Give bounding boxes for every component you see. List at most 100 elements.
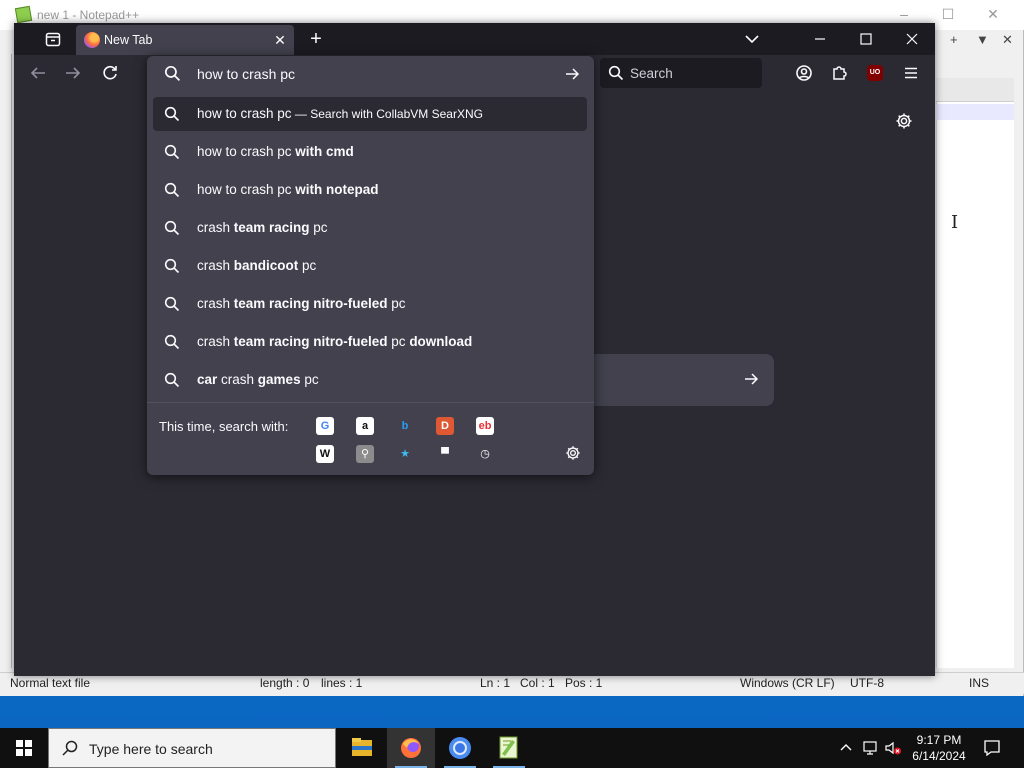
search-icon — [164, 258, 180, 274]
suggestion-part: crash — [217, 372, 258, 387]
minimize-icon[interactable]: – — [894, 6, 914, 22]
suggestion-text: how to crash pc — Search with CollabVM S… — [197, 106, 483, 121]
suggestion-item[interactable]: how to crash pc — Search with CollabVM S… — [153, 97, 587, 131]
suggestion-item[interactable]: crash team racing nitro-fueled pc — [153, 287, 587, 321]
status-eol[interactable]: Windows (CR LF) — [740, 676, 835, 690]
customize-gear-icon[interactable] — [894, 111, 914, 131]
suggestion-part: pc — [300, 372, 319, 387]
suggestion-part: crash — [197, 296, 234, 311]
notepadpp-taskbar-icon[interactable] — [485, 728, 533, 768]
status-encoding[interactable]: UTF-8 — [850, 676, 884, 690]
minimize-icon[interactable] — [797, 23, 843, 55]
close-window-icon[interactable] — [889, 23, 935, 55]
extensions-puzzle-icon[interactable] — [828, 61, 852, 85]
suggestion-part: how to crash pc — [197, 144, 296, 159]
history-engine-icon[interactable]: ◷ — [476, 445, 494, 463]
suggestion-text: crash team racing nitro-fueled pc — [197, 296, 406, 311]
wikipedia-engine-icon[interactable]: W — [316, 445, 334, 463]
status-length: length : 0 — [260, 676, 310, 690]
suggestion-item[interactable]: how to crash pc with cmd — [153, 135, 587, 169]
search-icon — [164, 296, 180, 312]
tabs-engine-icon[interactable]: ▀ — [436, 445, 454, 463]
tab-title: New Tab — [104, 33, 153, 47]
search-bar[interactable]: Search — [600, 58, 762, 88]
reload-icon[interactable] — [98, 61, 122, 85]
duckduckgo-engine-icon[interactable]: D — [436, 417, 454, 435]
maximize-icon[interactable]: ☐ — [938, 6, 958, 23]
windows-logo-icon — [16, 740, 32, 756]
notepadpp-editor[interactable] — [936, 102, 1014, 668]
search-icon — [608, 65, 624, 81]
searxng-engine-icon[interactable]: ⚲ — [356, 445, 374, 463]
file-explorer-taskbar-icon[interactable] — [338, 728, 386, 768]
firefox-view-icon[interactable] — [44, 30, 62, 48]
ublock-origin-icon[interactable]: UO — [867, 65, 883, 81]
start-button[interactable] — [0, 728, 48, 768]
network-icon[interactable] — [862, 740, 880, 756]
tab-new-tab[interactable]: New Tab ✕ — [76, 25, 294, 55]
show-hidden-icons-chevron-icon[interactable] — [838, 740, 854, 756]
close-tab-icon[interactable]: ✕ — [270, 30, 290, 50]
suggestion-action-text: — Search with CollabVM SearXNG — [291, 107, 483, 121]
suggestion-bold-part: bandicoot — [233, 258, 299, 273]
account-icon[interactable] — [792, 61, 816, 85]
suggestion-text: crash bandicoot pc — [197, 258, 316, 273]
maximize-icon[interactable] — [843, 23, 889, 55]
suggestion-text: how to crash pc with cmd — [197, 144, 354, 159]
back-arrow-icon[interactable] — [26, 61, 50, 85]
suggestion-bold-part: car — [197, 372, 218, 387]
clock-date: 6/14/2024 — [912, 749, 966, 763]
volume-muted-icon[interactable] — [884, 740, 902, 756]
suggestion-part: how to crash pc — [197, 182, 296, 197]
urlbar-value[interactable]: how to crash pc — [197, 66, 295, 82]
search-submit-arrow-icon[interactable] — [742, 370, 760, 388]
hamburger-menu-icon[interactable] — [899, 61, 923, 85]
close-doc-icon[interactable]: ✕ — [1002, 32, 1013, 48]
bing-engine-icon[interactable]: b — [396, 417, 414, 435]
suggestion-item[interactable]: car crash games pc — [153, 363, 587, 397]
chrome-taskbar-icon[interactable] — [436, 728, 484, 768]
system-clock[interactable]: 9:17 PM 6/14/2024 — [908, 732, 970, 764]
suggestion-bold-part: team racing nitro-fueled — [233, 296, 388, 311]
action-center-icon[interactable] — [982, 738, 1002, 758]
taskbar-search-placeholder: Type here to search — [89, 741, 213, 757]
status-col: Col : 1 — [520, 676, 555, 690]
suggestion-bold-part: with notepad — [295, 182, 379, 197]
bookmarks-engine-icon[interactable]: ★ — [396, 445, 414, 463]
search-icon — [164, 372, 180, 388]
suggestion-bold-part: team racing nitro-fueled — [233, 334, 388, 349]
ebay-engine-icon[interactable]: eb — [476, 417, 494, 435]
search-settings-gear-icon[interactable] — [564, 444, 582, 462]
suggestion-item[interactable]: crash team racing nitro-fueled pc downlo… — [153, 325, 587, 359]
current-line-highlight — [936, 104, 1014, 120]
urlbar-input[interactable]: how to crash pc — [147, 56, 594, 92]
suggestion-text: how to crash pc with notepad — [197, 182, 379, 197]
list-all-tabs-chevron-icon[interactable] — [742, 29, 762, 49]
clock-time: 9:17 PM — [916, 733, 962, 747]
suggestion-item[interactable]: crash team racing pc — [153, 211, 587, 245]
amazon-engine-icon[interactable]: a — [356, 417, 374, 435]
suggestion-bold-part: games — [257, 372, 301, 387]
search-icon — [164, 334, 180, 350]
notepadpp-title: new 1 - Notepad++ — [37, 8, 140, 22]
suggestion-part: crash — [197, 220, 234, 235]
suggestion-item[interactable]: crash bandicoot pc — [153, 249, 587, 283]
taskbar-search-box[interactable]: Type here to search — [48, 728, 336, 768]
firefox-taskbar-icon[interactable] — [387, 728, 435, 768]
newtab-search-box[interactable] — [594, 354, 774, 406]
notepadpp-tab-strip — [936, 78, 1014, 102]
suggestion-item[interactable]: how to crash pc with notepad — [153, 173, 587, 207]
go-arrow-icon[interactable] — [563, 65, 581, 83]
search-icon — [164, 182, 180, 198]
google-engine-icon[interactable]: G — [316, 417, 334, 435]
close-icon[interactable]: ✕ — [983, 6, 1003, 23]
new-tab-plus-icon[interactable]: + — [950, 32, 958, 47]
suggestion-part: crash — [197, 334, 234, 349]
suggestion-part: how to crash pc — [197, 106, 292, 121]
new-tab-button[interactable]: + — [304, 26, 328, 52]
notepadpp-toolbar-edge — [0, 54, 12, 668]
notepadpp-app-icon — [14, 5, 33, 24]
forward-arrow-icon[interactable] — [61, 61, 85, 85]
tab-list-dropdown-icon[interactable]: ▼ — [976, 32, 989, 47]
search-icon — [61, 739, 79, 757]
